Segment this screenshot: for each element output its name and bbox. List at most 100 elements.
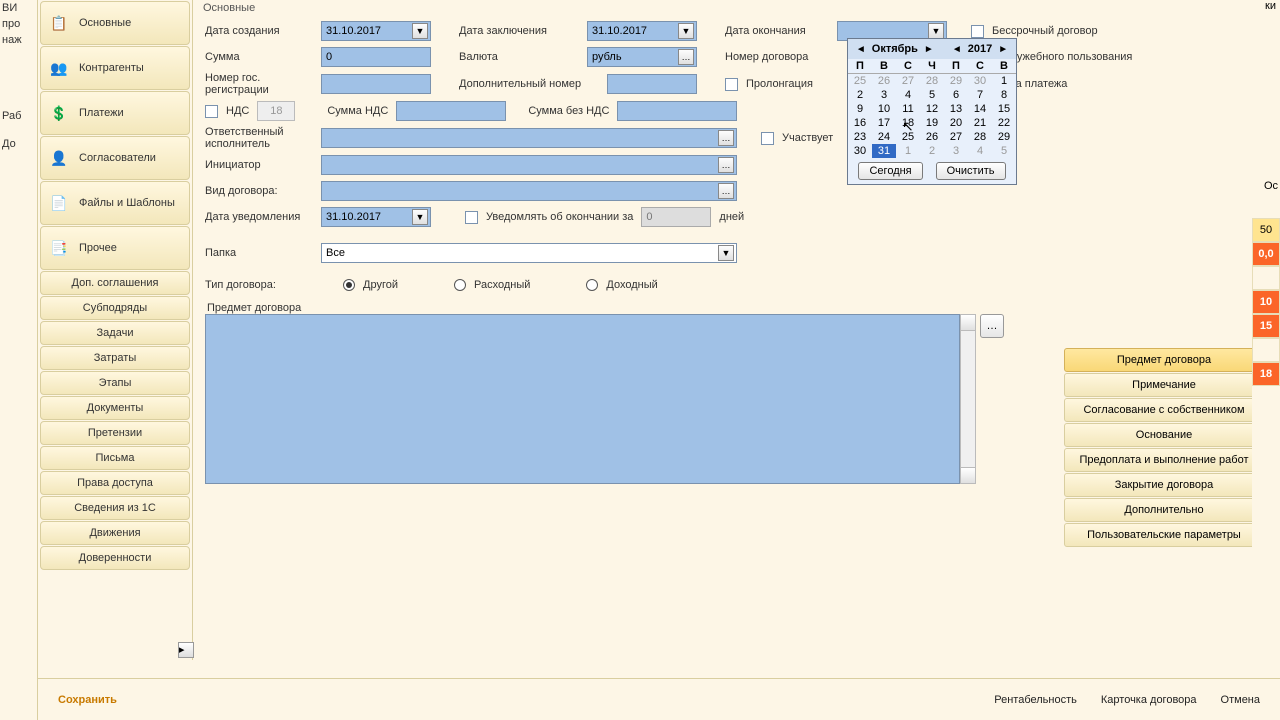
cal-day[interactable]: 27 — [944, 130, 968, 144]
cal-day[interactable]: 10 — [872, 102, 896, 116]
date-sign-combo[interactable]: 31.10.2017▼ — [587, 21, 697, 41]
sidebar-item[interactable]: 📄Файлы и Шаблоны — [40, 181, 190, 225]
cal-day[interactable]: 16 — [848, 116, 872, 130]
cal-day[interactable]: 17 — [872, 116, 896, 130]
right-tab[interactable]: Дополнительно — [1064, 498, 1264, 522]
cal-day[interactable]: 25 — [848, 74, 872, 88]
cal-day[interactable]: 2 — [920, 144, 944, 158]
cal-day[interactable]: 3 — [872, 88, 896, 102]
subject-textarea[interactable] — [205, 314, 960, 484]
cal-day[interactable]: 28 — [920, 74, 944, 88]
footer-cancel[interactable]: Отмена — [1221, 694, 1260, 706]
participates-checkbox[interactable] — [761, 132, 774, 145]
sidebar-scroll-right[interactable]: ▸ — [178, 642, 194, 658]
currency-combo[interactable]: рубль… — [587, 47, 697, 67]
sidebar-item[interactable]: Субподряды — [40, 296, 190, 320]
sidebar-item[interactable]: 📋Основные — [40, 1, 190, 45]
cal-day[interactable]: 5 — [992, 144, 1016, 158]
cal-day[interactable]: 4 — [968, 144, 992, 158]
save-button[interactable]: Сохранить — [58, 694, 117, 706]
cal-day[interactable]: 14 — [968, 102, 992, 116]
cal-day[interactable]: 6 — [944, 88, 968, 102]
initiator-combo[interactable]: … — [321, 155, 737, 175]
cal-day[interactable]: 9 — [848, 102, 872, 116]
notify-days-input[interactable]: 0 — [641, 207, 711, 227]
unlimited-checkbox[interactable] — [971, 25, 984, 38]
sidebar-item[interactable]: Задачи — [40, 321, 190, 345]
subject-scrollbar[interactable] — [960, 314, 976, 484]
sidebar-item[interactable]: Документы — [40, 396, 190, 420]
notify-date-combo[interactable]: 31.10.2017▼ — [321, 207, 431, 227]
contract-type-combo[interactable]: … — [321, 181, 737, 201]
cal-day[interactable]: 8 — [992, 88, 1016, 102]
cal-day[interactable]: 2 — [848, 88, 872, 102]
right-tab[interactable]: Примечание — [1064, 373, 1264, 397]
prolong-checkbox[interactable] — [725, 78, 738, 91]
sidebar-item[interactable]: Доп. соглашения — [40, 271, 190, 295]
right-tab[interactable]: Закрытие договора — [1064, 473, 1264, 497]
footer-rentability[interactable]: Рентабельность — [994, 694, 1077, 706]
sidebar-item[interactable]: Затраты — [40, 346, 190, 370]
cal-clear-button[interactable]: Очистить — [936, 162, 1006, 180]
notify-end-checkbox[interactable] — [465, 211, 478, 224]
cal-day[interactable]: 23 — [848, 130, 872, 144]
right-tab[interactable]: Основание — [1064, 423, 1264, 447]
sidebar-item[interactable]: Этапы — [40, 371, 190, 395]
add-no-input[interactable] — [607, 74, 697, 94]
right-tab[interactable]: Предмет договора — [1064, 348, 1264, 372]
right-tab[interactable]: Предоплата и выполнение работ — [1064, 448, 1264, 472]
cal-day[interactable]: 11 — [896, 102, 920, 116]
cal-prev-month[interactable]: ◄ — [854, 44, 868, 55]
cal-day[interactable]: 4 — [896, 88, 920, 102]
sidebar-item[interactable]: 📑Прочее — [40, 226, 190, 270]
folder-combo[interactable]: Все▼ — [321, 243, 737, 263]
cal-day[interactable]: 7 — [968, 88, 992, 102]
date-create-combo[interactable]: 31.10.2017▼ — [321, 21, 431, 41]
right-tab[interactable]: Согласование с собственником — [1064, 398, 1264, 422]
footer-card[interactable]: Карточка договора — [1101, 694, 1197, 706]
sidebar-item[interactable]: Сведения из 1С — [40, 496, 190, 520]
cal-day[interactable]: 24 — [872, 130, 896, 144]
cal-day[interactable]: 1 — [992, 74, 1016, 88]
sidebar-item[interactable]: 👥Контрагенты — [40, 46, 190, 90]
cal-day[interactable]: 30 — [968, 74, 992, 88]
cal-day[interactable]: 25 — [896, 130, 920, 144]
nds-sum-input[interactable] — [396, 101, 506, 121]
cal-prev-year[interactable]: ◄ — [950, 44, 964, 55]
radio-expense[interactable] — [454, 279, 466, 291]
cal-month[interactable]: Октябрь — [872, 43, 918, 55]
cal-day[interactable]: 28 — [968, 130, 992, 144]
resp-combo[interactable]: … — [321, 128, 737, 148]
cal-day[interactable]: 29 — [992, 130, 1016, 144]
sum-wo-nds-input[interactable] — [617, 101, 737, 121]
cal-day[interactable]: 12 — [920, 102, 944, 116]
sum-input[interactable] — [321, 47, 431, 67]
cal-day[interactable]: 3 — [944, 144, 968, 158]
sidebar-item[interactable]: 👤Согласователи — [40, 136, 190, 180]
nds-pct[interactable]: 18 — [257, 101, 295, 121]
sidebar-item[interactable]: Движения — [40, 521, 190, 545]
cal-day[interactable]: 27 — [896, 74, 920, 88]
cal-day[interactable]: 1 — [896, 144, 920, 158]
cal-next-month[interactable]: ► — [922, 44, 936, 55]
nds-checkbox[interactable] — [205, 105, 218, 118]
cal-day[interactable]: 30 — [848, 144, 872, 158]
cal-day[interactable]: 19 — [920, 116, 944, 130]
cal-day[interactable]: 29 — [944, 74, 968, 88]
cal-day[interactable]: 21 — [968, 116, 992, 130]
sidebar-item[interactable]: Претензии — [40, 421, 190, 445]
subject-ellipsis[interactable]: … — [980, 314, 1004, 338]
cal-day[interactable]: 26 — [872, 74, 896, 88]
sidebar-item[interactable]: Права доступа — [40, 471, 190, 495]
cal-day[interactable]: 31 — [872, 144, 896, 158]
cal-day[interactable]: 22 — [992, 116, 1016, 130]
cal-day[interactable]: 5 — [920, 88, 944, 102]
cal-day[interactable]: 20 — [944, 116, 968, 130]
cal-today-button[interactable]: Сегодня — [858, 162, 922, 180]
cal-year[interactable]: 2017 — [968, 43, 992, 55]
sidebar-item[interactable]: 💲Платежи — [40, 91, 190, 135]
radio-other[interactable] — [343, 279, 355, 291]
cal-day[interactable]: 13 — [944, 102, 968, 116]
cal-day[interactable]: 26 — [920, 130, 944, 144]
radio-income[interactable] — [586, 279, 598, 291]
